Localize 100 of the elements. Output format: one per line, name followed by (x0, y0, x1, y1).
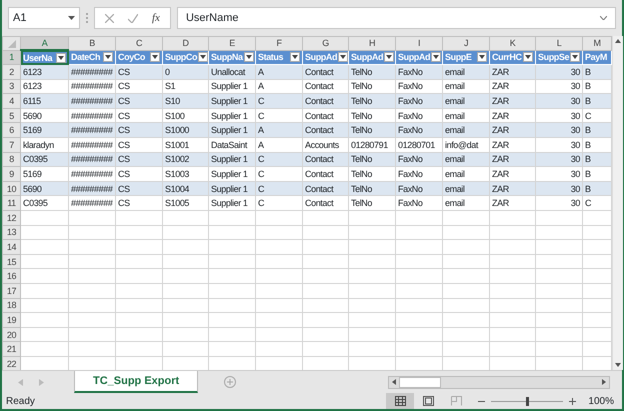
zoom-in-icon[interactable] (569, 398, 576, 404)
caret-icon (246, 55, 252, 60)
table-cell: 6123 (23, 66, 42, 77)
name-box[interactable]: A1 (8, 7, 80, 29)
row-header[interactable]: 13 (2, 225, 20, 240)
filter-dropdown[interactable] (56, 52, 66, 63)
zoom-level[interactable]: 100% (588, 394, 614, 408)
filter-dropdown[interactable] (103, 52, 113, 62)
filter-dropdown[interactable] (244, 52, 254, 62)
row-header[interactable]: 15 (2, 254, 20, 269)
table-cell: CS (118, 169, 130, 180)
column-header[interactable]: J (442, 36, 490, 50)
column-header[interactable]: G (302, 36, 348, 50)
table-cell: 30 (570, 81, 580, 92)
table-cell: 6123 (23, 81, 42, 92)
table-cell: B (585, 184, 591, 194)
table-cell: Supplier 1 (211, 110, 248, 121)
table-cell: ######### (71, 154, 112, 164)
table-cell: ZAR (492, 154, 509, 164)
column-header[interactable]: D (162, 36, 208, 50)
row-header[interactable]: 20 (2, 327, 20, 342)
row-header[interactable]: 18 (2, 298, 20, 313)
table-cell: email (445, 125, 465, 136)
table-cell: email (445, 110, 465, 121)
filter-dropdown[interactable] (198, 52, 208, 62)
table-cell: ZAR (492, 140, 509, 150)
caret-icon (292, 55, 298, 60)
table-cell: info@dat (445, 140, 478, 150)
vertical-scrollbar[interactable] (612, 36, 623, 370)
table-cell: ######### (71, 66, 112, 77)
row-header[interactable]: 11 (2, 196, 20, 211)
caret-icon[interactable] (68, 16, 75, 20)
filter-dropdown[interactable] (338, 52, 348, 62)
column-header[interactable]: F (256, 36, 302, 50)
filter-dropdown[interactable] (150, 52, 160, 62)
table-cell: ZAR (492, 125, 509, 136)
row-header[interactable]: 21 (2, 342, 20, 356)
scroll-thumb[interactable] (399, 376, 441, 388)
column-heading: SuppAd (351, 51, 384, 64)
table-cell: 30 (570, 198, 580, 208)
row-header[interactable]: 17 (2, 284, 20, 298)
filter-dropdown[interactable] (523, 52, 533, 62)
table-cell: Contact (305, 66, 334, 77)
table-cell: FaxNo (398, 125, 423, 136)
table-cell: CS (118, 110, 130, 121)
row-header[interactable]: 10 (2, 181, 20, 196)
row-header[interactable]: 8 (2, 152, 20, 167)
row-header[interactable]: 7 (2, 138, 20, 152)
table-cell: S1005 (165, 198, 190, 208)
horizontal-scrollbar[interactable] (388, 376, 610, 388)
row-header[interactable]: 16 (2, 268, 20, 284)
table-cell: Supplier 1 (211, 125, 248, 136)
column-header[interactable]: H (348, 36, 396, 50)
table-cell: ######### (71, 81, 112, 92)
column-header[interactable]: B (68, 36, 116, 50)
row-header[interactable]: 2 (2, 64, 20, 80)
table-cell: B (585, 125, 591, 136)
table-cell: ######### (71, 140, 112, 150)
table-cell: TelNo (351, 184, 372, 194)
status-text: Ready (6, 394, 35, 408)
table-cell: 0 (165, 66, 170, 77)
row-header[interactable]: 4 (2, 94, 20, 108)
table-cell: email (445, 154, 465, 164)
normal-view-button[interactable] (386, 393, 414, 409)
column-heading: Status (258, 51, 284, 64)
insert-function-button[interactable]: fx (152, 10, 160, 26)
column-header[interactable]: I (396, 36, 442, 50)
column-heading: SuppSe (538, 51, 570, 64)
row-header[interactable]: 9 (2, 166, 20, 182)
row-header[interactable]: 6 (2, 122, 20, 138)
filter-dropdown[interactable] (477, 52, 487, 62)
table-cell: C0395 (23, 198, 48, 208)
slider-thumb[interactable] (526, 396, 529, 406)
column-header[interactable]: A (20, 36, 68, 50)
column-header[interactable]: E (208, 36, 256, 50)
column-header[interactable]: M (582, 36, 612, 50)
table-cell: FaxNo (398, 81, 423, 92)
table-cell: S10 (165, 96, 180, 106)
table-cell: B (585, 81, 591, 92)
table-cell: Contact (305, 96, 334, 106)
row-header[interactable]: 19 (2, 312, 20, 328)
page-break-icon (450, 396, 462, 406)
filter-dropdown[interactable] (290, 52, 300, 62)
column-header[interactable]: C (116, 36, 162, 50)
filter-dropdown[interactable] (384, 52, 394, 62)
sheet-tab[interactable]: TC_Supp Export (74, 371, 198, 393)
column-heading: UserNa (23, 52, 52, 64)
column-header[interactable]: K (490, 36, 536, 50)
table-cell: CS (118, 184, 130, 194)
formula-field[interactable]: UserName (176, 7, 616, 29)
filter-dropdown[interactable] (431, 52, 442, 62)
column-header[interactable]: L (536, 36, 582, 50)
row-header[interactable]: 14 (2, 240, 20, 254)
row-header[interactable]: 1 (2, 50, 20, 65)
expand-icon[interactable] (600, 16, 607, 20)
row-header[interactable]: 5 (2, 108, 20, 123)
row-header[interactable]: 3 (2, 79, 20, 94)
row-header[interactable]: 12 (2, 210, 20, 226)
table-cell: Supplier 1 (211, 96, 248, 106)
filter-dropdown[interactable] (570, 52, 580, 62)
